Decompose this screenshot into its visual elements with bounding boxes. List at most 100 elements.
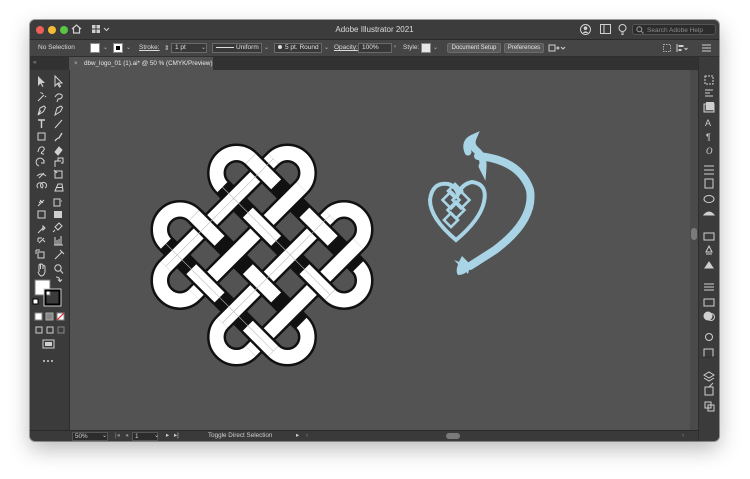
opacity-field[interactable]: 100% (358, 43, 392, 53)
paragraph-icon[interactable]: ¶ (706, 132, 711, 142)
stroke-icon[interactable] (704, 283, 714, 291)
curvature-tool[interactable] (54, 105, 64, 117)
scale-tool[interactable] (54, 157, 64, 167)
brush-dropdown-icon[interactable]: ⌄ (324, 44, 329, 51)
arrange-icon[interactable] (548, 43, 566, 53)
scroll-right-icon[interactable]: › (682, 432, 684, 439)
stroke-label[interactable]: Stroke: (139, 44, 160, 51)
zoom-tool-icon[interactable] (54, 264, 62, 272)
cloud-user-icon[interactable] (580, 24, 591, 35)
properties-icon[interactable] (705, 89, 713, 97)
style-dropdown-icon[interactable]: ⌄ (433, 44, 438, 51)
layers-panel-icon[interactable] (703, 371, 715, 382)
color-mode-icon[interactable] (34, 312, 43, 321)
shape-builder-tool[interactable] (36, 181, 47, 189)
magic-wand-tool[interactable] (37, 92, 47, 102)
rectangle-tool[interactable] (37, 132, 46, 141)
export-icon[interactable] (704, 382, 714, 396)
graphic-styles-icon[interactable] (703, 348, 714, 358)
opacity-label[interactable]: Opacity: (334, 44, 358, 51)
discover-lightbulb-icon[interactable] (618, 24, 627, 35)
artboard-dropdown-icon[interactable]: ⌄ (154, 432, 159, 439)
previous-artboard-icon[interactable]: ◂ (125, 432, 128, 439)
swap-fill-stroke-icon[interactable] (55, 276, 63, 283)
selection-tool[interactable] (38, 76, 45, 87)
slice-tool[interactable] (54, 236, 63, 246)
line-tool[interactable] (54, 119, 63, 129)
opacity-slider-arrow-icon[interactable]: › (394, 44, 396, 50)
stroke-weight-dropdown-icon[interactable]: ⌄ (201, 44, 206, 51)
brushes-icon[interactable] (703, 232, 715, 241)
edit-toolbar-icon[interactable] (43, 360, 53, 362)
profile-dropdown-icon[interactable]: ⌄ (264, 44, 269, 51)
default-colors-icon[interactable] (32, 298, 39, 305)
symbols-club-icon[interactable] (704, 261, 714, 269)
width-tool[interactable] (36, 172, 47, 179)
vertical-scroll-thumb[interactable] (691, 228, 697, 240)
shaper-tool[interactable] (37, 146, 45, 155)
document-tab[interactable]: × dbw_logo_01 (1).ai* @ 50 % (CMYK/Previ… (69, 57, 213, 70)
close-tab-icon[interactable]: × (74, 57, 78, 70)
zoom-tool[interactable] (54, 249, 65, 260)
draw-normal-icon[interactable] (35, 326, 43, 334)
perspective-grid-tool[interactable] (54, 183, 64, 192)
gradient-tool[interactable] (53, 198, 62, 207)
scroll-left-icon[interactable]: ‹ (306, 432, 308, 439)
fill-color-swatch[interactable] (34, 279, 51, 296)
artboard-canvas[interactable] (70, 70, 690, 430)
draw-behind-icon[interactable] (46, 326, 54, 334)
harp-logo-artwork[interactable] (427, 131, 535, 275)
type-tool[interactable] (38, 119, 45, 128)
align-options-icon[interactable] (676, 44, 688, 52)
zoom-dropdown-icon[interactable]: ⌄ (102, 432, 107, 439)
mesh-tool[interactable] (37, 199, 45, 207)
free-transform-tool[interactable] (53, 169, 63, 179)
brush-definition[interactable]: 5 pt. Round (274, 43, 322, 53)
hand-tool[interactable] (35, 249, 45, 259)
celtic-knot-artwork[interactable] (126, 119, 398, 391)
paintbrush-tool[interactable] (54, 132, 63, 142)
draw-inside-icon[interactable] (57, 326, 65, 334)
fill-dropdown-icon[interactable]: ⌄ (103, 44, 108, 51)
character-icon[interactable]: A (705, 118, 711, 128)
help-search-input[interactable]: Search Adobe Help (632, 24, 716, 35)
appearance-icon[interactable] (705, 333, 713, 341)
gradient-mode-icon[interactable] (45, 312, 54, 321)
graphic-style-swatch[interactable] (421, 43, 431, 53)
last-artboard-icon[interactable]: ▸| (174, 432, 179, 439)
variable-width-profile[interactable]: Uniform (212, 43, 262, 53)
graph-tool[interactable] (52, 222, 63, 233)
panel-menu-icon[interactable] (702, 44, 711, 52)
grid-toggle-icon[interactable] (663, 44, 671, 52)
lasso-tool[interactable] (54, 93, 63, 103)
collapse-toolbar-icon[interactable]: « (33, 59, 37, 66)
symbol-sprayer-tool[interactable] (37, 224, 46, 234)
arrange-documents-icon[interactable] (600, 24, 611, 34)
eyedropper-tool[interactable] (37, 210, 46, 219)
stroke-swatch[interactable] (113, 43, 123, 53)
next-artboard-icon[interactable]: ▸ (166, 432, 169, 439)
direct-selection-tool[interactable] (54, 74, 64, 88)
fill-swatch[interactable] (90, 43, 100, 53)
hand-tool-icon[interactable] (37, 263, 46, 277)
transform-icon[interactable] (704, 178, 714, 189)
stroke-dropdown-icon[interactable]: ⌄ (126, 44, 131, 51)
stroke-stepper-icon[interactable]: ⇕ (164, 44, 169, 52)
horizontal-scroll-thumb[interactable] (446, 433, 460, 439)
libraries-icon[interactable] (704, 75, 714, 85)
rotate-tool[interactable] (35, 157, 45, 167)
gradient-icon[interactable] (703, 298, 715, 307)
status-menu-icon[interactable]: ▸ (296, 432, 299, 439)
eraser-tool[interactable] (54, 146, 63, 156)
artboard-tool[interactable] (37, 237, 46, 244)
pen-tool[interactable] (37, 105, 47, 116)
canvas-vertical-scrollbar[interactable] (690, 70, 698, 430)
blend-tool[interactable] (54, 211, 62, 218)
symbols-icon[interactable] (705, 244, 713, 255)
first-artboard-icon[interactable]: |◂ (115, 432, 120, 439)
preferences-button[interactable]: Preferences (504, 43, 544, 53)
document-setup-button[interactable]: Document Setup (447, 43, 501, 53)
opentype-icon[interactable]: O (706, 146, 713, 156)
align-icon[interactable] (704, 165, 714, 175)
swatches-icon[interactable] (702, 211, 716, 216)
